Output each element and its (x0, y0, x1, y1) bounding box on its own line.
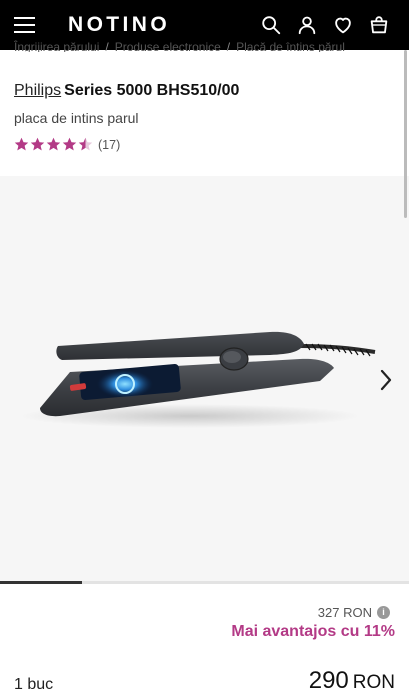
search-icon[interactable] (260, 14, 282, 36)
rating[interactable]: (17) (14, 137, 120, 152)
current-price: 290 RON (309, 667, 395, 695)
old-price: 327 RON (317, 605, 372, 620)
notino-logo[interactable]: NOTINO (68, 13, 170, 37)
breadcrumb: Îngrijirea părului / Produse electronice / P… (14, 40, 345, 52)
price-amount: 290 (308, 667, 349, 694)
product-subtitle: placa de intins parul (14, 110, 139, 126)
review-count: (17) (98, 137, 121, 152)
product-model: Series 5000 BHS510/00 (64, 82, 240, 99)
chevron-right-icon[interactable] (376, 367, 396, 393)
menu-icon[interactable] (14, 17, 35, 33)
heart-icon[interactable] (332, 14, 354, 36)
star-icon (62, 137, 77, 151)
page-scrollbar[interactable] (404, 50, 407, 218)
discount-label: Mai avantajos cu 11% (231, 623, 395, 640)
cart-icon[interactable] (368, 14, 390, 36)
breadcrumb-separator: / (105, 40, 109, 52)
star-icon (78, 137, 93, 151)
account-icon[interactable] (296, 14, 318, 36)
gallery-scroll-thumb[interactable] (0, 581, 82, 584)
star-icon (14, 137, 29, 151)
breadcrumb-item[interactable]: Îngrijirea părului (14, 40, 99, 52)
product-image (20, 331, 376, 428)
info-icon[interactable]: i (377, 606, 390, 619)
price-currency: RON (352, 672, 395, 693)
star-icon (30, 137, 45, 151)
breadcrumb-separator: / (226, 40, 231, 52)
quantity-label[interactable]: 1 buc (14, 676, 53, 694)
gallery-scrollbar[interactable] (0, 581, 409, 584)
product-title: Philips Series 5000 BHS510/00 (14, 82, 239, 100)
brand-link[interactable]: Philips (14, 82, 61, 99)
product-gallery[interactable] (0, 176, 409, 584)
breadcrumb-item[interactable]: Produse electronice (115, 40, 221, 52)
breadcrumb-item[interactable]: Placă de întins părul (236, 40, 345, 52)
rating-stars (14, 137, 94, 152)
star-icon (46, 137, 61, 151)
